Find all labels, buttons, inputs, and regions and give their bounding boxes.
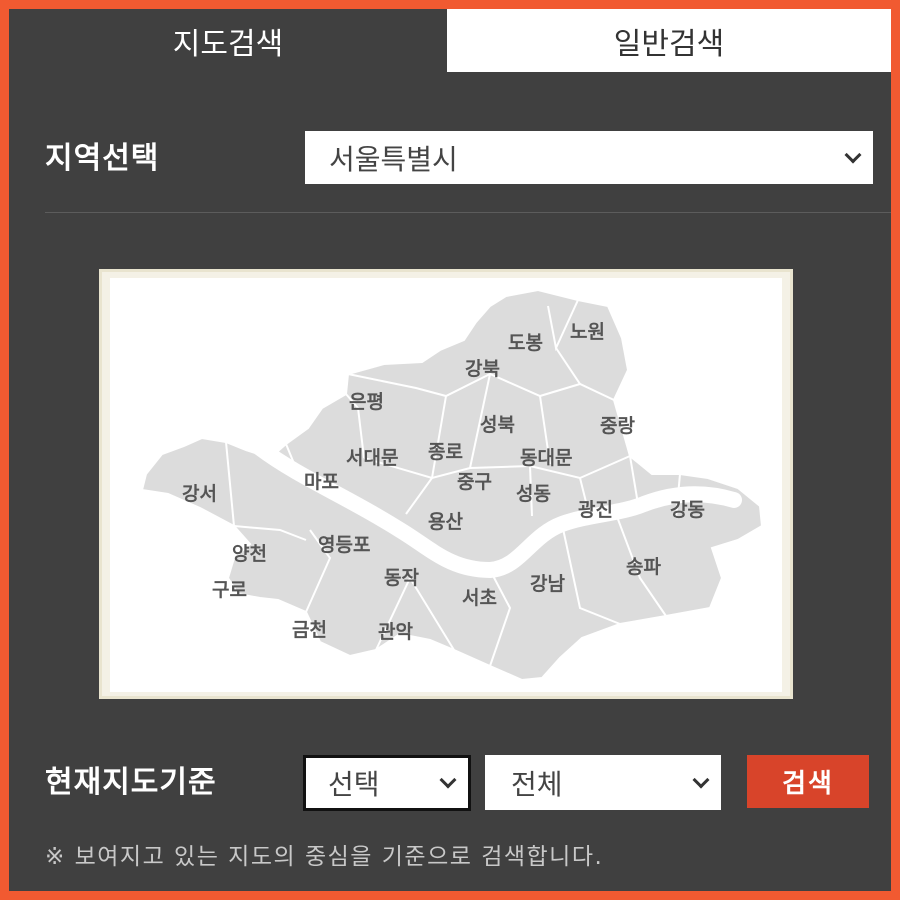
district-guro[interactable]: 구로: [212, 579, 247, 601]
region-select[interactable]: 서울특별시: [305, 131, 873, 184]
district-seodaemun[interactable]: 서대문: [346, 447, 398, 469]
district-nowon[interactable]: 노원: [570, 321, 605, 343]
district-seocho[interactable]: 서초: [462, 587, 497, 609]
tab-general-search[interactable]: 일반검색: [447, 9, 891, 72]
district-yongsan[interactable]: 용산: [428, 511, 463, 533]
district-select-value: 선택: [328, 768, 380, 801]
chevron-down-icon: [692, 771, 710, 788]
district-yangcheon[interactable]: 양천: [232, 543, 267, 565]
search-button[interactable]: 검색: [747, 755, 869, 808]
seoul-city-shape: [140, 288, 764, 682]
district-dongdaemun[interactable]: 동대문: [520, 447, 572, 469]
divider: [45, 212, 891, 213]
district-yeongdeungpo[interactable]: 영등포: [318, 534, 370, 556]
seoul-map-svg: 도봉 노원 강북 은평 성북 중랑 서대문 종로 동대문 마포 중구 강서 성동…: [140, 288, 764, 682]
district-mapo[interactable]: 마포: [304, 471, 339, 493]
district-seongbuk[interactable]: 성북: [480, 414, 515, 436]
chevron-down-icon: [844, 146, 862, 163]
district-junggu[interactable]: 중구: [457, 471, 492, 493]
district-dobong[interactable]: 도봉: [508, 332, 543, 354]
map-search-panel: 지도검색 일반검색 지역선택 서울특별시 도봉 노원 강북 은평 성북 중랑 서…: [9, 9, 891, 891]
district-jongno[interactable]: 종로: [428, 441, 463, 463]
region-label: 지역선택: [45, 141, 160, 176]
district-eunpyeong[interactable]: 은평: [349, 391, 384, 413]
region-select-value: 서울특별시: [329, 142, 458, 176]
search-note: ※ 보여지고 있는 지도의 중심을 기준으로 검색합니다.: [45, 844, 604, 870]
category-select-value: 전체: [511, 767, 563, 801]
district-geumcheon[interactable]: 금천: [292, 619, 327, 641]
district-gangnam[interactable]: 강남: [530, 573, 565, 595]
chevron-down-icon: [439, 771, 457, 789]
category-select[interactable]: 전체: [485, 755, 721, 810]
district-gangbuk[interactable]: 강북: [465, 358, 500, 380]
seoul-map: 도봉 노원 강북 은평 성북 중랑 서대문 종로 동대문 마포 중구 강서 성동…: [99, 269, 793, 699]
district-dongjak[interactable]: 동작: [384, 567, 419, 589]
district-gwanak[interactable]: 관악: [378, 621, 413, 643]
district-songpa[interactable]: 송파: [626, 556, 661, 578]
district-gangseo[interactable]: 강서: [182, 483, 217, 505]
tab-map-search[interactable]: 지도검색: [9, 9, 447, 72]
seoul-map-canvas: 도봉 노원 강북 은평 성북 중랑 서대문 종로 동대문 마포 중구 강서 성동…: [110, 278, 782, 692]
district-jungnang[interactable]: 중랑: [600, 415, 635, 437]
current-map-label: 현재지도기준: [45, 765, 217, 800]
district-select[interactable]: 선택: [303, 755, 471, 811]
district-seongdong[interactable]: 성동: [516, 483, 551, 505]
district-gangdong[interactable]: 강동: [670, 499, 705, 521]
district-gwangjin[interactable]: 광진: [578, 499, 613, 521]
